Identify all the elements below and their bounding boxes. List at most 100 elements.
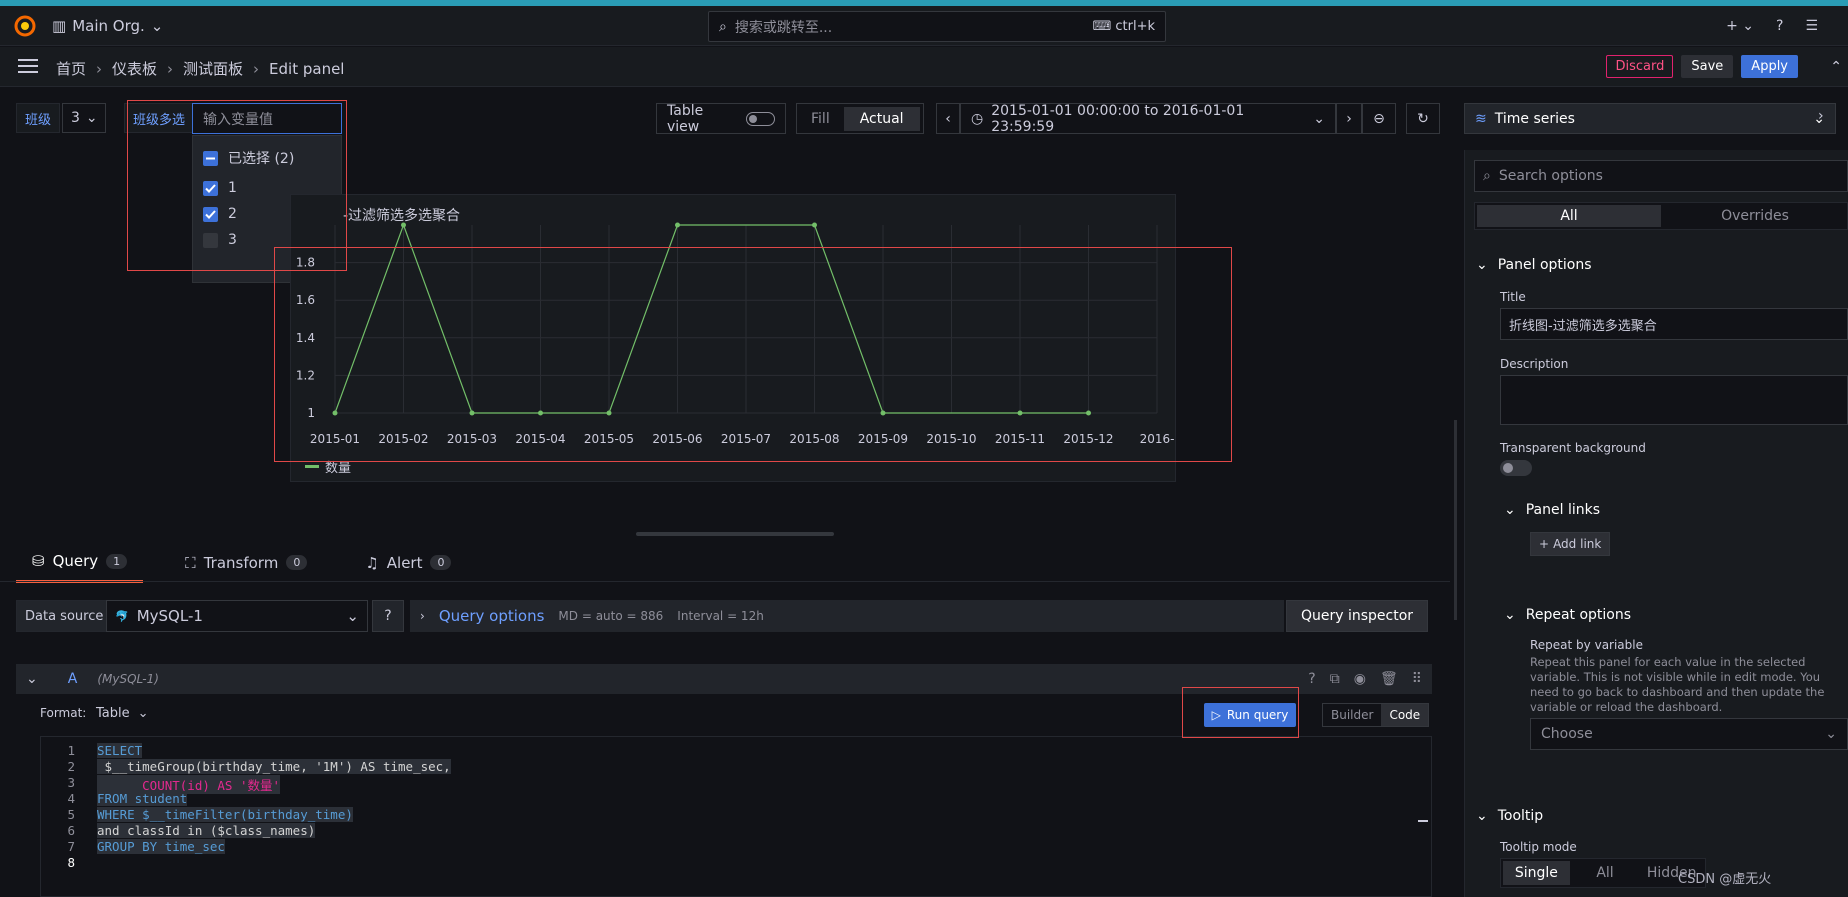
code-mode[interactable]: Code [1381, 704, 1429, 726]
section-tooltip[interactable]: ⌄ Tooltip [1476, 808, 1543, 824]
toggle-switch[interactable] [746, 111, 775, 126]
add-link-button[interactable]: + Add link [1530, 532, 1611, 556]
help-button[interactable]: ? [372, 600, 404, 632]
chevron-down-icon: ⌄ [150, 17, 164, 35]
breadcrumb-dashboards[interactable]: 仪表板 [112, 58, 157, 79]
data-source-picker[interactable]: 🐬 MySQL-1 ⌄ [106, 600, 368, 632]
tab-overrides[interactable]: Overrides [1663, 203, 1847, 229]
section-repeat-options[interactable]: ⌄ Repeat options [1504, 607, 1631, 623]
actual-option[interactable]: Actual [843, 106, 920, 131]
title-input[interactable]: 折线图-过滤筛选多选聚合 [1500, 308, 1848, 340]
options-search-placeholder: Search options [1498, 168, 1603, 184]
menu-icon[interactable] [18, 59, 38, 73]
chevron-down-icon: ⌄ [1504, 502, 1516, 518]
query-options-label: Query options [438, 607, 545, 625]
query-inspector-button[interactable]: Query inspector [1286, 600, 1428, 632]
chevron-down-icon: ⌄ [1313, 110, 1325, 127]
chevron-down-icon[interactable]: ⌄ [26, 671, 38, 687]
chevron-down-icon: ⌄ [1504, 607, 1516, 623]
time-range-picker[interactable]: ◷ 2015-01-01 00:00:00 to 2016-01-01 23:5… [960, 103, 1336, 135]
transparent-toggle[interactable] [1500, 460, 1532, 476]
breadcrumb-dashboard[interactable]: 测试面板 [183, 58, 243, 79]
apply-button[interactable]: Apply [1741, 55, 1798, 78]
section-panel-options[interactable]: ⌄ Panel options [1476, 257, 1592, 273]
scrollbar[interactable] [1454, 420, 1457, 620]
discard-button[interactable]: Discard [1606, 55, 1674, 78]
variable-select-class[interactable]: 3 ⌄ [62, 103, 106, 133]
section-title: Panel options [1497, 257, 1592, 273]
repeat-variable-select[interactable]: Choose ⌄ [1530, 718, 1848, 750]
description-input[interactable] [1500, 375, 1848, 425]
visualization-name: Time series [1494, 110, 1575, 127]
chevron-right-icon: › [96, 59, 103, 78]
format-select[interactable]: Table ⌄ [96, 706, 149, 721]
line-number: 7 [67, 839, 75, 854]
query-options[interactable]: › Query options MD = auto = 886 Interval… [410, 600, 1284, 632]
format-label: Format: [40, 706, 87, 720]
table-view-toggle[interactable]: Table view [656, 103, 786, 135]
time-back-button[interactable]: ‹ [936, 103, 960, 134]
tab-query[interactable]: ⛁ Query 1 [16, 552, 144, 583]
tab-label: Query [52, 552, 99, 570]
plus-icon[interactable]: + ⌄ [1726, 18, 1754, 34]
time-forward-button[interactable]: › [1336, 103, 1362, 134]
tab-count: 1 [106, 553, 128, 569]
chevron-down-icon: ⌄ [137, 706, 149, 721]
max-data-points: MD = auto = 886 [558, 609, 664, 623]
chevron-right-icon: › [167, 59, 174, 78]
chevron-right-icon[interactable]: › [1818, 108, 1824, 124]
tab-alert[interactable]: ♫ Alert 0 [349, 552, 467, 583]
code-line: GROUP BY time_sec [97, 839, 225, 854]
chevron-right-icon: › [1346, 110, 1352, 127]
tab-label: Transform [203, 553, 279, 572]
chevron-up-icon[interactable]: ⌃ [1830, 59, 1842, 75]
org-switcher[interactable]: ▥ Main Org. ⌄ [52, 17, 163, 35]
line-number: 6 [67, 823, 75, 838]
variable-value: 3 [71, 110, 80, 126]
options-search-input[interactable]: ⌕ Search options [1474, 160, 1848, 192]
rss-icon[interactable]: ☰ [1805, 18, 1818, 34]
editor-scroll-marker [1418, 820, 1428, 822]
transparent-label: Transparent background [1500, 441, 1646, 455]
eye-icon[interactable]: ◉ [1354, 671, 1366, 687]
search-bar[interactable]: ⌕ 搜索或跳转至... ⌨ ctrl+k [708, 11, 1166, 42]
interval-value: Interval = 12h [677, 609, 764, 623]
chevron-right-icon: › [253, 59, 260, 78]
zoom-out-button[interactable]: ⊖ [1362, 103, 1396, 134]
format-value: Table [96, 706, 130, 721]
tooltip-single[interactable]: Single [1503, 861, 1570, 885]
query-ref-id[interactable]: A [68, 671, 78, 687]
query-row-actions: ? ⧉ ◉ 🗑 ⠿ [1308, 671, 1422, 687]
search-icon: ⌕ [719, 18, 727, 35]
grafana-logo-icon[interactable] [14, 15, 36, 37]
chevron-left-icon: ‹ [945, 110, 951, 127]
copy-icon[interactable]: ⧉ [1330, 671, 1340, 687]
tooltip-all[interactable]: All [1572, 859, 1639, 887]
tab-transform[interactable]: ⛶ Transform 0 [169, 552, 323, 583]
fill-option[interactable]: Fill [797, 111, 844, 127]
help-icon[interactable]: ? [1308, 671, 1315, 687]
mysql-icon: 🐬 [115, 609, 129, 623]
repeat-help-text: Repeat this panel for each value in the … [1530, 655, 1825, 714]
trash-icon[interactable]: 🗑 [1380, 671, 1398, 687]
top-icons: + ⌄ ? ☰ [1726, 18, 1818, 34]
refresh-button[interactable]: ↻ [1406, 103, 1440, 134]
breadcrumb: 首页 › 仪表板 › 测试面板 › Edit panel [56, 58, 344, 79]
help-icon[interactable]: ? [1776, 18, 1783, 34]
section-panel-links[interactable]: ⌄ Panel links [1504, 502, 1600, 518]
building-icon: ▥ [52, 17, 67, 35]
drag-handle-icon[interactable]: ⠿ [1412, 671, 1422, 687]
tab-all[interactable]: All [1477, 205, 1661, 227]
code-line: and classId in ($class_names) [97, 823, 316, 838]
query-datasource-name: (MySQL-1) [97, 672, 159, 686]
repeat-by-label: Repeat by variable [1530, 638, 1643, 652]
breadcrumb-home[interactable]: 首页 [56, 58, 86, 79]
save-button[interactable]: Save [1681, 55, 1734, 78]
annotation-box [1182, 687, 1299, 738]
builder-mode[interactable]: Builder [1323, 704, 1381, 726]
sql-code-editor[interactable]: 1 2 3 4 5 6 7 8 SELECT $__timeGroup(birt… [40, 736, 1432, 897]
visualization-picker[interactable]: ≋ Time series ⌄ [1464, 103, 1836, 134]
plus-icon: + [1539, 537, 1550, 551]
pane-resize-handle[interactable] [636, 532, 834, 536]
search-placeholder: 搜索或跳转至... [734, 19, 833, 36]
